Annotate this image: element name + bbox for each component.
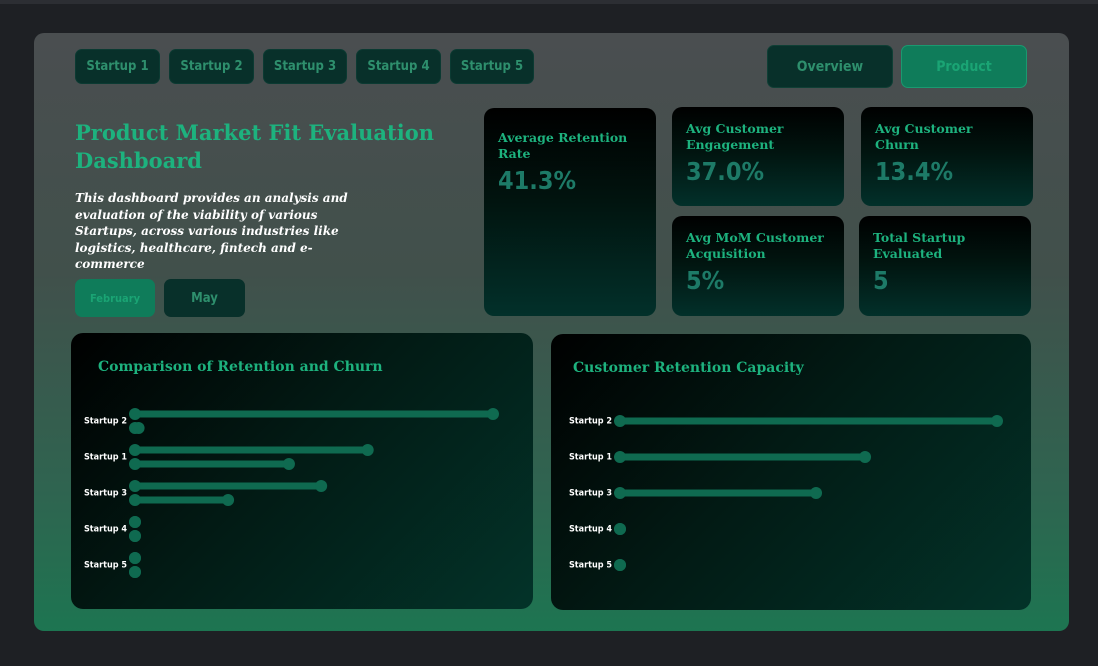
retention-churn-chart-panel: Comparison of Retention and Churn Startu…	[71, 333, 533, 609]
kpi-label: Avg Customer Engagement	[686, 121, 784, 152]
series-1-mark-start-dot	[129, 408, 141, 420]
series-1-mark-bar	[135, 410, 493, 418]
month-february-button[interactable]: February	[75, 279, 155, 317]
series-1-mark-end-dot	[487, 408, 499, 420]
startup-2-button[interactable]: Startup 2	[169, 49, 254, 84]
series-2-mark-end-dot	[129, 530, 141, 542]
capacity-mark-end-dot	[859, 451, 872, 463]
series-1-mark-bar	[135, 446, 368, 454]
capacity-mark-end-dot	[810, 487, 823, 499]
series-1-mark-end-dot	[129, 552, 141, 564]
category-label: Startup 2	[569, 417, 612, 427]
capacity-mark-bar	[620, 417, 997, 425]
capacity-mark-start-dot	[614, 415, 626, 427]
kpi-card-engagement: Avg Customer Engagement 37.0%	[672, 107, 844, 206]
series-1-mark-end-dot	[129, 516, 141, 528]
series-1-mark-end-dot	[315, 480, 328, 492]
capacity-mark-bar	[620, 489, 817, 497]
capacity-mark-start-dot	[614, 451, 626, 463]
series-2-mark-end-dot	[132, 422, 145, 434]
category-label: Startup 3	[84, 489, 127, 499]
capacity-mark-start-dot	[614, 487, 626, 499]
kpi-value: 13.4%	[875, 157, 954, 186]
kpi-card-retention: Average Retention Rate 41.3%	[484, 108, 656, 316]
capacity-mark-bar	[620, 453, 866, 461]
dashboard-description: This dashboard provides an analysis and …	[75, 191, 348, 271]
kpi-label: Avg MoM Customer Acquisition	[686, 230, 824, 261]
category-label: Startup 5	[84, 561, 127, 571]
category-label: Startup 1	[569, 453, 612, 463]
series-2-mark-bar	[135, 460, 289, 468]
startup-1-button[interactable]: Startup 1	[75, 49, 160, 84]
category-label: Startup 4	[84, 525, 127, 535]
series-1-mark-end-dot	[361, 444, 374, 456]
category-label: Startup 1	[84, 453, 127, 463]
category-label: Startup 3	[569, 489, 612, 499]
series-1-mark-start-dot	[129, 444, 141, 456]
dashboard-title: Product Market Fit Evaluation Dashboard	[75, 120, 434, 173]
product-nav-button[interactable]: Product	[901, 45, 1027, 88]
series-1-mark-start-dot	[129, 480, 141, 492]
category-label: Startup 4	[569, 525, 612, 535]
series-2-mark-start-dot	[129, 494, 141, 506]
kpi-label: Total Startup Evaluated	[873, 230, 966, 261]
startup-4-button[interactable]: Startup 4	[356, 49, 441, 84]
kpi-card-acquisition: Avg MoM Customer Acquisition 5%	[672, 216, 844, 316]
retention-capacity-chart: Startup 2 Startup 1 Startup 3 Startup 4 Star…	[569, 415, 1003, 571]
capacity-mark-end-dot	[614, 559, 626, 571]
startup-3-button[interactable]: Startup 3	[263, 49, 347, 84]
capacity-mark-end-dot	[991, 415, 1003, 427]
kpi-value: 41.3%	[498, 166, 577, 195]
series-2-mark-end-dot	[129, 566, 141, 578]
kpi-value: 5	[873, 266, 889, 295]
category-label: Startup 2	[84, 417, 127, 427]
series-2-mark-bar	[135, 496, 229, 504]
series-1-mark-bar	[135, 482, 322, 490]
series-2-mark-end-dot	[222, 494, 235, 506]
kpi-label: Average Retention Rate	[498, 130, 628, 161]
overview-nav-button[interactable]: Overview	[767, 45, 893, 88]
series-2-mark-start-dot	[129, 458, 141, 470]
retention-churn-chart: Startup 2 Startup 1 Startup 3 Startup 4 Star…	[84, 408, 499, 578]
retention-capacity-chart-panel: Customer Retention Capacity Startup 2 Sta…	[551, 334, 1031, 610]
month-may-button[interactable]: May	[164, 279, 245, 317]
category-label: Startup 5	[569, 561, 612, 571]
kpi-label: Avg Customer Churn	[875, 121, 973, 152]
kpi-value: 5%	[686, 266, 725, 295]
kpi-value: 37.0%	[686, 157, 765, 186]
series-2-mark-end-dot	[282, 458, 295, 470]
startup-5-button[interactable]: Startup 5	[450, 49, 534, 84]
kpi-card-total: Total Startup Evaluated 5	[859, 216, 1031, 316]
capacity-mark-end-dot	[614, 523, 626, 535]
kpi-card-churn: Avg Customer Churn 13.4%	[861, 107, 1033, 206]
window-top-bar	[0, 0, 1098, 4]
